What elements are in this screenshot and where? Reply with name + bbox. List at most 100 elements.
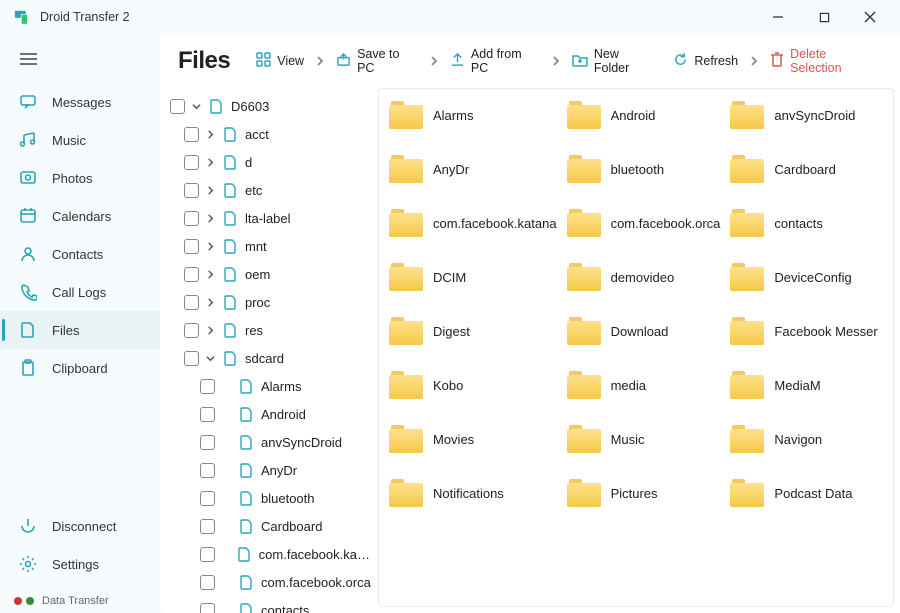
folder-item[interactable]: Music <box>567 425 725 453</box>
checkbox[interactable] <box>200 463 215 478</box>
folder-tree[interactable]: D6603 acct d etc lta-label mnt oem proc <box>164 88 374 613</box>
tree-item-bluetooth[interactable]: bluetooth <box>166 484 372 512</box>
menu-toggle[interactable] <box>0 48 160 83</box>
folder-item[interactable]: demovideo <box>567 263 725 291</box>
expand-icon[interactable] <box>205 326 215 335</box>
folder-item[interactable]: com.facebook.orca <box>567 209 725 237</box>
checkbox[interactable] <box>170 99 185 114</box>
save-button[interactable]: Save to PC <box>332 41 422 81</box>
checkbox[interactable] <box>200 435 215 450</box>
checkbox[interactable] <box>184 211 199 226</box>
checkbox[interactable] <box>184 267 199 282</box>
folder-item[interactable]: MediaM <box>730 371 883 399</box>
tree-item-Android[interactable]: Android <box>166 400 372 428</box>
folder-item[interactable]: contacts <box>730 209 883 237</box>
checkbox[interactable] <box>184 183 199 198</box>
expand-icon[interactable] <box>205 242 215 251</box>
checkbox[interactable] <box>184 155 199 170</box>
minimize-button[interactable] <box>756 3 800 31</box>
tree-item-res[interactable]: res <box>166 316 372 344</box>
folder-item[interactable]: media <box>567 371 725 399</box>
checkbox[interactable] <box>184 295 199 310</box>
checkbox[interactable] <box>200 575 215 590</box>
tree-item-mnt[interactable]: mnt <box>166 232 372 260</box>
expand-icon[interactable] <box>205 270 215 279</box>
app-title: Droid Transfer 2 <box>40 10 130 24</box>
folder-item[interactable]: Kobo <box>389 371 561 399</box>
maximize-button[interactable] <box>802 3 846 31</box>
folder-item[interactable]: Pictures <box>567 479 725 507</box>
expand-icon[interactable] <box>205 130 215 139</box>
folder-grid[interactable]: Alarms Android anvSyncDroid AnyDr blueto… <box>379 89 893 606</box>
delete-button[interactable]: Delete Selection <box>766 41 882 81</box>
folder-item[interactable]: Cardboard <box>730 155 883 183</box>
sidebar-item-call logs[interactable]: Call Logs <box>0 273 160 311</box>
folder-item[interactable]: Podcast Data <box>730 479 883 507</box>
sidebar-item-settings[interactable]: Settings <box>0 545 160 583</box>
checkbox[interactable] <box>200 519 215 534</box>
save-icon <box>336 52 351 70</box>
checkbox[interactable] <box>200 547 215 562</box>
folder-item[interactable]: bluetooth <box>567 155 725 183</box>
sidebar-item-clipboard[interactable]: Clipboard <box>0 349 160 387</box>
folder-item[interactable]: Download <box>567 317 725 345</box>
sidebar-item-music[interactable]: Music <box>0 121 160 159</box>
tree-item-etc[interactable]: etc <box>166 176 372 204</box>
checkbox[interactable] <box>200 603 215 613</box>
folder-item[interactable]: com.facebook.katana <box>389 209 561 237</box>
app-icon <box>14 8 32 26</box>
expand-icon[interactable] <box>205 298 215 307</box>
tree-item-oem[interactable]: oem <box>166 260 372 288</box>
new-folder-button[interactable]: New Folder <box>568 41 659 81</box>
expand-icon[interactable] <box>205 186 215 195</box>
folder-item[interactable]: Movies <box>389 425 561 453</box>
tree-item-lta-label[interactable]: lta-label <box>166 204 372 232</box>
folder-item[interactable]: AnyDr <box>389 155 561 183</box>
expand-icon[interactable] <box>205 158 215 167</box>
expand-icon[interactable] <box>205 214 215 223</box>
checkbox[interactable] <box>184 323 199 338</box>
checkbox[interactable] <box>200 407 215 422</box>
refresh-button[interactable]: Refresh <box>669 46 742 76</box>
sidebar-item-contacts[interactable]: Contacts <box>0 235 160 273</box>
folder-icon <box>730 317 764 345</box>
checkbox[interactable] <box>184 351 199 366</box>
tree-item-acct[interactable]: acct <box>166 120 372 148</box>
tree-item-label: contacts <box>261 603 309 613</box>
checkbox[interactable] <box>200 379 215 394</box>
folder-icon <box>730 101 764 129</box>
tree-item-com-facebook-katana[interactable]: com.facebook.katana <box>166 540 372 568</box>
checkbox[interactable] <box>200 491 215 506</box>
close-button[interactable] <box>848 3 892 31</box>
folder-item[interactable]: Alarms <box>389 101 561 129</box>
tree-item-root[interactable]: D6603 <box>166 92 372 120</box>
tree-item-d[interactable]: d <box>166 148 372 176</box>
sidebar-item-disconnect[interactable]: Disconnect <box>0 507 160 545</box>
sidebar-item-messages[interactable]: Messages <box>0 83 160 121</box>
expand-icon[interactable] <box>205 354 215 363</box>
tree-item-contacts[interactable]: contacts <box>166 596 372 613</box>
sidebar-item-calendars[interactable]: Calendars <box>0 197 160 235</box>
tree-item-Alarms[interactable]: Alarms <box>166 372 372 400</box>
tree-item-Cardboard[interactable]: Cardboard <box>166 512 372 540</box>
checkbox[interactable] <box>184 127 199 142</box>
tree-item-com-facebook-orca[interactable]: com.facebook.orca <box>166 568 372 596</box>
tree-item-proc[interactable]: proc <box>166 288 372 316</box>
folder-item[interactable]: DCIM <box>389 263 561 291</box>
folder-item[interactable]: Android <box>567 101 725 129</box>
folder-item[interactable]: Digest <box>389 317 561 345</box>
folder-item[interactable]: Facebook Messer <box>730 317 883 345</box>
folder-item[interactable]: anvSyncDroid <box>730 101 883 129</box>
tree-item-AnyDr[interactable]: AnyDr <box>166 456 372 484</box>
add-button[interactable]: Add from PC <box>446 41 544 81</box>
view-button[interactable]: View <box>252 46 308 76</box>
checkbox[interactable] <box>184 239 199 254</box>
folder-item[interactable]: Navigon <box>730 425 883 453</box>
expand-icon[interactable] <box>191 102 201 111</box>
folder-item[interactable]: DeviceConfig <box>730 263 883 291</box>
tree-item-sdcard[interactable]: sdcard <box>166 344 372 372</box>
sidebar-item-files[interactable]: Files <box>0 311 160 349</box>
sidebar-item-photos[interactable]: Photos <box>0 159 160 197</box>
folder-item[interactable]: Notifications <box>389 479 561 507</box>
tree-item-anvSyncDroid[interactable]: anvSyncDroid <box>166 428 372 456</box>
